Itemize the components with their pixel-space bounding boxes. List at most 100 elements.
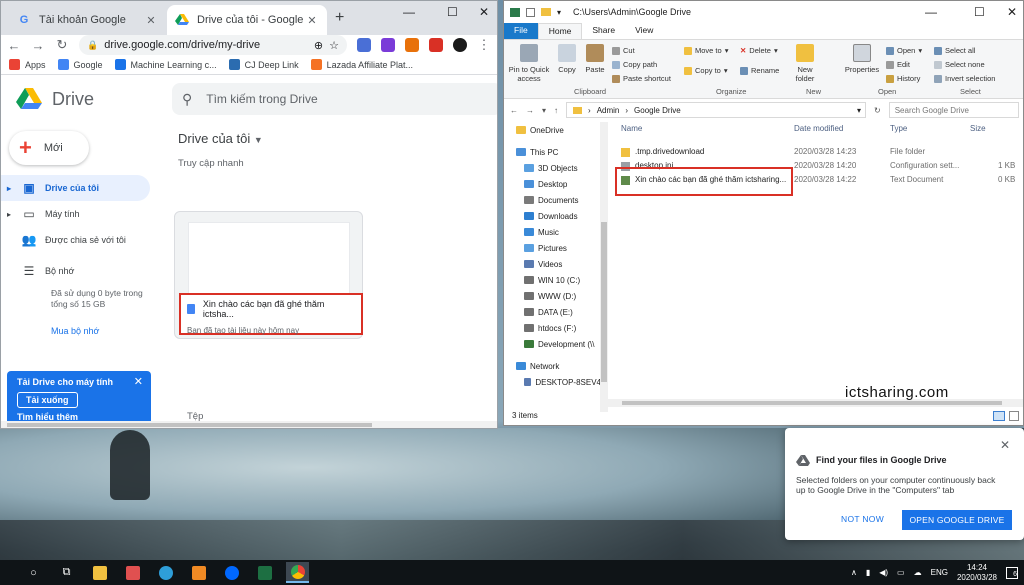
forward-icon[interactable]: → <box>31 38 45 53</box>
nav-pane-item[interactable]: Music <box>504 224 601 240</box>
column-type[interactable]: Type <box>890 124 907 133</box>
copy-to-button[interactable]: Copy to ▾ <box>684 66 728 75</box>
scrollbar-thumb[interactable] <box>7 423 372 427</box>
zalo-taskbar-icon[interactable] <box>220 562 243 583</box>
minimize-icon[interactable]: — <box>925 5 937 19</box>
edit-button[interactable]: Edit <box>886 60 910 69</box>
properties-icon[interactable] <box>526 7 535 17</box>
bookmark-machine-learning[interactable]: Machine Learning c... <box>114 59 217 70</box>
expand-arrow-icon[interactable]: ▸ <box>7 210 13 219</box>
tab-home[interactable]: Home <box>537 23 583 39</box>
close-tab-icon[interactable]: ✕ <box>144 14 158 27</box>
nav-pane-item[interactable]: Development (\\ <box>504 336 601 352</box>
extension-translate-icon[interactable] <box>357 38 371 52</box>
close-tab-icon[interactable]: ✕ <box>305 14 319 27</box>
folder-icon[interactable] <box>541 8 551 16</box>
expand-arrow-icon[interactable]: ▸ <box>7 184 13 193</box>
new-button[interactable]: + Mới <box>9 131 89 165</box>
maximize-icon[interactable]: ☐ <box>974 5 985 19</box>
extension-red-icon[interactable] <box>429 38 443 52</box>
minimize-icon[interactable]: — <box>403 5 415 19</box>
task-view-icon[interactable]: ⧉ <box>55 562 78 583</box>
properties-button[interactable]: Properties <box>844 44 880 74</box>
add-icon[interactable]: ⊕ <box>314 39 323 52</box>
horizontal-scrollbar[interactable] <box>608 399 1023 407</box>
refresh-icon[interactable]: ↻ <box>874 106 881 115</box>
forward-icon[interactable]: → <box>526 106 534 115</box>
nav-pane-item[interactable]: DESKTOP-8SEV4 <box>504 374 601 390</box>
sidebar-item-storage[interactable]: ☰ Bộ nhớ <box>1 258 161 284</box>
nav-pane-item[interactable]: WWW (D:) <box>504 288 601 304</box>
extension-pen-icon[interactable] <box>381 38 395 52</box>
nav-pane-item[interactable]: Pictures <box>504 240 601 256</box>
rename-button[interactable]: Rename <box>740 66 779 75</box>
new-tab-button[interactable]: + <box>335 9 344 27</box>
file-row[interactable]: .tmp.drivedownload 2020/03/28 14:23 File f… <box>621 146 1023 160</box>
tab-file[interactable]: File <box>504 23 538 39</box>
search-taskbar-icon[interactable]: ○ <box>22 562 45 583</box>
paste-button[interactable]: Paste <box>582 44 608 74</box>
nav-pane-item[interactable]: Videos <box>504 256 601 272</box>
battery-icon[interactable]: ▭ <box>897 568 905 577</box>
nav-pane-item[interactable]: Downloads <box>504 208 601 224</box>
open-google-drive-button[interactable]: OPEN GOOGLE DRIVE <box>902 510 1012 530</box>
bookmark-lazada[interactable]: Lazada Affiliate Plat... <box>310 59 413 70</box>
tab-share[interactable]: Share <box>582 23 625 39</box>
close-window-icon[interactable]: ✕ <box>479 5 489 19</box>
chrome-taskbar-icon[interactable] <box>286 562 309 583</box>
tab-google-account[interactable]: G Tài khoản Google ✕ <box>9 5 166 35</box>
maximize-icon[interactable]: ☐ <box>447 5 458 19</box>
address-dropdown-icon[interactable]: ▾ <box>857 106 861 115</box>
column-date[interactable]: Date modified <box>794 124 843 133</box>
nav-pane-item[interactable]: This PC <box>504 144 601 160</box>
close-window-icon[interactable]: ✕ <box>1007 5 1017 19</box>
select-all-button[interactable]: Select all <box>934 46 975 55</box>
address-bar[interactable]: 🔒 drive.google.com/drive/my-drive ⊕ ☆ <box>79 35 347 55</box>
back-icon[interactable]: ← <box>510 106 518 115</box>
details-view-icon[interactable] <box>993 411 1005 421</box>
nav-pane-scrollbar[interactable] <box>600 122 608 412</box>
network-icon[interactable]: ▮ <box>866 568 870 577</box>
drive-search-input[interactable]: ⚲ Tìm kiếm trong Drive <box>172 83 497 115</box>
explorer-address-bar[interactable]: › Admin › Google Drive ▾ <box>566 102 867 118</box>
pin-quick-access-button[interactable]: Pin to Quick access <box>508 44 550 83</box>
menu-icon[interactable]: ⋮ <box>477 37 491 53</box>
reload-icon[interactable]: ↻ <box>55 37 69 53</box>
sidebar-item-my-drive[interactable]: ▸ ▣ Drive của tôi <box>1 175 150 201</box>
open-button[interactable]: Open ▾ <box>886 46 922 55</box>
tab-view[interactable]: View <box>625 23 663 39</box>
edge-taskbar-icon[interactable] <box>154 562 177 583</box>
not-now-button[interactable]: NOT NOW <box>841 514 884 524</box>
app-taskbar-icon[interactable] <box>121 562 144 583</box>
up-icon[interactable]: ↑ <box>554 106 558 115</box>
column-name[interactable]: Name <box>621 124 642 133</box>
invert-selection-button[interactable]: Invert selection <box>934 74 995 83</box>
chevron-up-icon[interactable]: ∧ <box>851 568 857 577</box>
select-none-button[interactable]: Select none <box>934 60 985 69</box>
qat-dropdown-icon[interactable]: ▾ <box>557 8 561 17</box>
download-button[interactable]: Tải xuống <box>17 392 78 408</box>
bookmark-google[interactable]: Google <box>57 59 103 70</box>
sidebar-item-computers[interactable]: ▸ ▭ Máy tính <box>1 201 161 227</box>
explorer-search-input[interactable]: Search Google Drive <box>888 102 1019 118</box>
profile-avatar[interactable] <box>453 38 467 52</box>
nav-pane-item[interactable]: 3D Objects <box>504 160 601 176</box>
nav-pane-item[interactable]: Documents <box>504 192 601 208</box>
quick-access-card[interactable]: Xin chào các bạn đã ghé thăm ictsha... B… <box>174 211 363 339</box>
delete-button[interactable]: ✕ Delete ▾ <box>740 46 778 55</box>
file-explorer-taskbar-icon[interactable] <box>88 562 111 583</box>
column-size[interactable]: Size <box>970 124 986 133</box>
bookmark-cj-deep-link[interactable]: CJ Deep Link <box>228 59 299 70</box>
drive-logo-icon[interactable] <box>16 88 42 110</box>
sublime-taskbar-icon[interactable] <box>187 562 210 583</box>
history-button[interactable]: History <box>886 74 920 83</box>
clock[interactable]: 14:24 2020/03/28 <box>957 563 997 583</box>
nav-pane-item[interactable]: Network <box>504 358 601 374</box>
cut-button[interactable]: Cut <box>612 46 635 55</box>
close-icon[interactable]: ✕ <box>134 375 143 388</box>
back-icon[interactable]: ← <box>7 38 21 53</box>
scrollbar-thumb[interactable] <box>601 222 607 382</box>
onedrive-icon[interactable]: ☁ <box>914 568 922 577</box>
buy-storage-link[interactable]: Mua bộ nhớ <box>1 326 161 336</box>
copy-button[interactable]: Copy <box>554 44 580 74</box>
